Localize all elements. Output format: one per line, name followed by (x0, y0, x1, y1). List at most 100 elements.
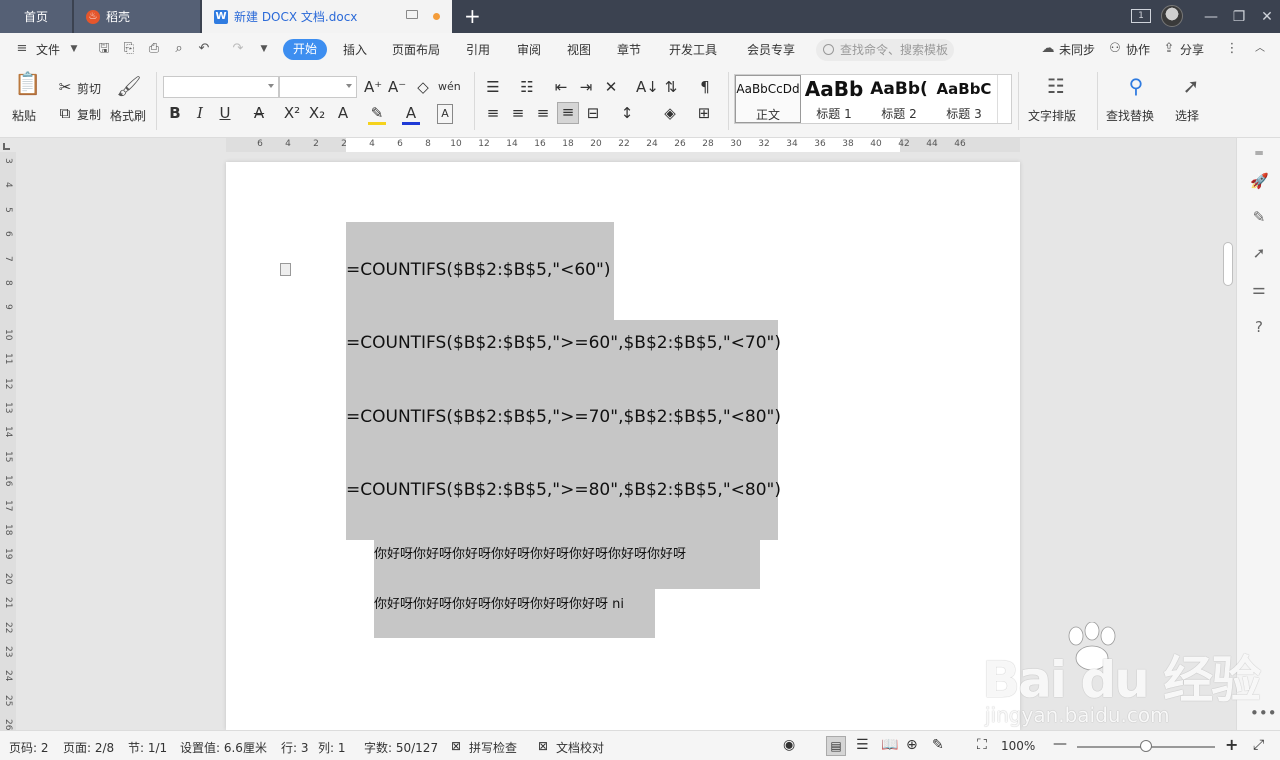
status-section[interactable]: 节: 1/1 (128, 739, 167, 756)
status-setting[interactable]: 设置值: 6.6厘米 (180, 739, 267, 756)
subscript-icon[interactable]: X₂ (308, 104, 326, 122)
select-button[interactable]: 选择 (1175, 107, 1199, 124)
window-count-badge[interactable]: 1 (1131, 9, 1151, 23)
document-page[interactable]: =COUNTIFS($B$2:$B$5,"<60") =COUNTIFS($B$… (226, 162, 1020, 730)
fullscreen-icon[interactable]: ⤢ (1253, 737, 1264, 753)
share-button[interactable]: 分享 (1180, 41, 1204, 58)
clear-format-icon[interactable]: ◇ (414, 78, 432, 96)
increase-font-icon[interactable]: A⁺ (364, 78, 382, 96)
tab-member[interactable]: 会员专享 (747, 41, 795, 58)
pen-icon[interactable]: ✎ (1250, 208, 1268, 226)
undo-icon[interactable]: ↶ (196, 42, 212, 56)
tab-references[interactable]: 引用 (466, 41, 490, 58)
zoom-slider-thumb[interactable] (1140, 740, 1152, 752)
superscript-icon[interactable]: X² (283, 104, 301, 122)
char-border-icon[interactable]: A (437, 104, 453, 124)
line-spacing-icon[interactable]: ↕ (618, 104, 636, 122)
doc-proof-button[interactable]: 文档校对 (556, 739, 604, 756)
select-cursor-icon[interactable]: ➚ (1178, 74, 1204, 100)
sliders-icon[interactable]: ⚌ (1250, 280, 1268, 298)
copy-button[interactable]: 复制 (77, 106, 101, 123)
tab-insert[interactable]: 插入 (343, 41, 367, 58)
scrollbar-thumb[interactable] (1223, 242, 1233, 286)
format-painter-icon[interactable]: 🖌 (116, 74, 142, 100)
page-view-icon[interactable]: ▤ (826, 736, 846, 756)
tab-home-ribbon[interactable]: 开始 (283, 39, 327, 60)
zoom-level[interactable]: 100% (1001, 739, 1035, 753)
status-pages[interactable]: 页面: 2/8 (63, 739, 114, 756)
font-size-select[interactable] (279, 76, 357, 98)
redo-icon[interactable]: ↷ (230, 42, 246, 56)
tab-chapter[interactable]: 章节 (617, 41, 641, 58)
monitor-icon[interactable] (406, 10, 418, 19)
chevron-down-icon[interactable]: ▼ (66, 42, 82, 56)
paste-icon[interactable]: 📋 (14, 72, 42, 100)
outline-view-icon[interactable]: ☰ (856, 737, 869, 753)
menu-file[interactable]: 文件 (36, 41, 60, 58)
format-painter-button[interactable]: 格式刷 (110, 107, 146, 124)
status-col[interactable]: 列: 1 (318, 739, 346, 756)
align-right-icon[interactable]: ≡ (534, 104, 552, 122)
zoom-in-icon[interactable]: + (1225, 735, 1238, 754)
style-normal[interactable]: AaBbCcDd 正文 (735, 75, 801, 123)
more-vertical-icon[interactable]: ⋮ (1224, 42, 1240, 56)
horizontal-ruler[interactable]: 6 4 2 2 4 6 8 10 12 14 16 18 20 22 24 26 28 30 32 34 36 38 40 4… (226, 138, 1020, 152)
help-icon[interactable]: ? (1250, 318, 1268, 336)
print-icon[interactable]: ⎙ (146, 42, 162, 56)
collapse-ribbon-icon[interactable]: ︿ (1252, 42, 1268, 56)
cursor-icon[interactable]: ➚ (1250, 244, 1268, 262)
tab-view[interactable]: 视图 (567, 41, 591, 58)
vertical-ruler[interactable]: 3 4 5 6 7 8 9 10 11 12 13 14 15 16 17 18 19 20 21 22 23 24 25 2… (0, 152, 16, 731)
avatar[interactable] (1161, 5, 1183, 27)
quick-access-more-icon[interactable]: ▼ (256, 42, 272, 56)
bold-icon[interactable]: B (166, 104, 184, 122)
restore-icon[interactable]: ❐ (1224, 0, 1254, 33)
align-center-icon[interactable]: ≡ (509, 104, 527, 122)
spell-check-button[interactable]: 拼写检查 (469, 739, 517, 756)
paragraph-handle-icon[interactable] (280, 263, 291, 276)
cut-button[interactable]: 剪切 (77, 80, 101, 97)
paste-button[interactable]: 粘贴 (12, 107, 36, 124)
status-word-count[interactable]: 字数: 50/127 (364, 739, 438, 756)
find-replace-button[interactable]: 查找替换 (1106, 107, 1154, 124)
print-preview-icon[interactable]: ⌕ (171, 42, 187, 56)
decrease-indent-icon[interactable]: ⇤ (552, 78, 570, 96)
zoom-out-icon[interactable]: — (1053, 736, 1067, 752)
eye-protection-icon[interactable]: ◉ (783, 737, 795, 753)
show-marks-icon[interactable]: ¶ (696, 78, 714, 96)
shading-icon[interactable]: ◈ (661, 104, 679, 122)
new-tab-plus-icon[interactable]: + (464, 4, 481, 28)
reading-view-icon[interactable]: 📖 (881, 737, 898, 753)
minimize-icon[interactable]: — (1196, 0, 1226, 33)
text-layout-icon[interactable]: ☷ (1042, 74, 1070, 100)
panel-menu-icon[interactable]: ═ (1250, 144, 1268, 162)
tab-stop-corner[interactable] (3, 143, 10, 150)
underline-icon[interactable]: U (216, 104, 234, 122)
text-effect-icon[interactable]: A (334, 104, 352, 122)
style-heading-1[interactable]: AaBb 标题 1 (802, 75, 866, 123)
styles-scroll[interactable] (997, 75, 1011, 123)
font-color-icon[interactable]: A (402, 104, 420, 125)
borders-icon[interactable]: ⊞ (695, 104, 713, 122)
write-view-icon[interactable]: ✎ (932, 737, 944, 753)
text-direction-icon[interactable]: A↓ (636, 78, 659, 96)
highlight-icon[interactable]: ✎ (368, 104, 386, 125)
text-layout-button[interactable]: 文字排版 (1028, 107, 1076, 124)
save-icon[interactable]: 🖫 (96, 42, 112, 56)
rocket-icon[interactable]: 🚀 (1250, 172, 1269, 190)
tab-page-layout[interactable]: 页面布局 (392, 41, 440, 58)
font-name-select[interactable] (163, 76, 279, 98)
style-heading-3[interactable]: AaBbC 标题 3 (932, 75, 996, 123)
tab-document[interactable]: W 新建 DOCX 文档.docx (202, 0, 452, 33)
increase-indent-icon[interactable]: ⇥ (577, 78, 595, 96)
close-icon[interactable]: ✕ (1252, 0, 1280, 33)
strikethrough-icon[interactable]: A (250, 104, 268, 122)
italic-icon[interactable]: I (191, 104, 209, 122)
sort-icon[interactable]: ⇅ (662, 78, 680, 96)
status-row[interactable]: 行: 3 (281, 739, 309, 756)
bullet-list-icon[interactable]: ☰ (484, 78, 502, 96)
justify-icon[interactable]: ≡ (557, 102, 579, 124)
decrease-font-icon[interactable]: A⁻ (388, 78, 406, 96)
web-view-icon[interactable]: ⊕ (906, 737, 918, 753)
distributed-icon[interactable]: ⊟ (584, 104, 602, 122)
